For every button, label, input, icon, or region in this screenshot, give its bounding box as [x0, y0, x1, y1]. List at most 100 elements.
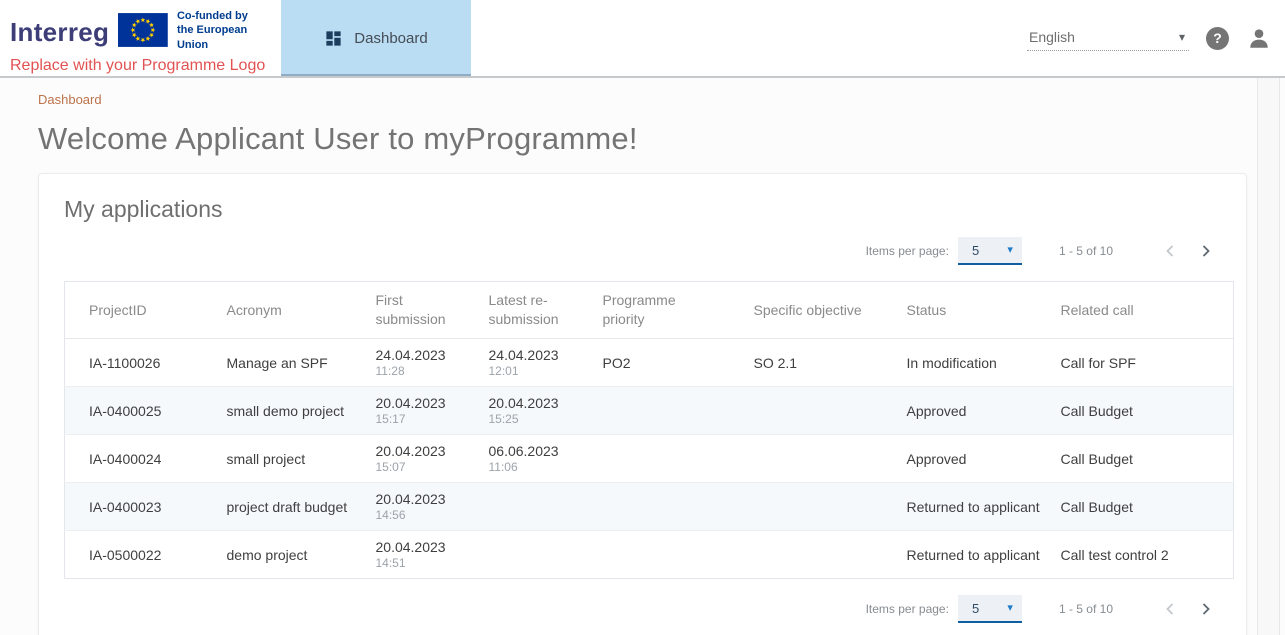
cell-first-submission: 20.04.202315:07	[352, 435, 465, 483]
card-title: My applications	[64, 196, 1233, 223]
column-header: Latest re-submission	[465, 282, 579, 339]
cell-specific-objective	[730, 387, 883, 435]
previous-page-button[interactable]	[1163, 244, 1177, 258]
paginator-bottom: Items per page: 5 ▾ 1 - 5 of 10	[64, 593, 1233, 625]
column-header: Specific objective	[730, 282, 883, 339]
user-icon	[1246, 25, 1272, 51]
table-row[interactable]: IA-0500022demo project20.04.202314:51Ret…	[65, 531, 1234, 579]
logo-placeholder-text: Replace with your Programme Logo	[10, 57, 281, 75]
help-icon: ?	[1213, 30, 1222, 46]
language-select[interactable]: English ▾	[1027, 26, 1189, 51]
cell-programme-priority	[579, 531, 730, 579]
cell-first-submission-date: 24.04.2023	[376, 347, 461, 365]
user-menu-button[interactable]	[1246, 25, 1272, 51]
column-header: Status	[883, 282, 1037, 339]
cell-related-call: Call test control 2	[1037, 531, 1234, 579]
column-header: Acronym	[203, 282, 352, 339]
pagination-nav	[1163, 244, 1213, 258]
cell-first-submission: 24.04.202311:28	[352, 339, 465, 387]
interreg-eu-logo: Interreg Co-funded by the European Un	[10, 9, 281, 52]
page-size-value: 5	[972, 601, 979, 616]
cell-latest-resubmission: 06.06.202311:06	[465, 435, 579, 483]
column-header: First submission	[352, 282, 465, 339]
app-header: Interreg Co-funded by the European Un	[0, 0, 1285, 78]
tab-dashboard[interactable]: Dashboard	[281, 0, 471, 76]
cell-status: Returned to applicant	[883, 483, 1037, 531]
chevron-right-icon	[1200, 244, 1212, 258]
cell-latest-resubmission: 24.04.202312:01	[465, 339, 579, 387]
cell-first-submission-date: 20.04.2023	[376, 395, 461, 413]
page-size-select[interactable]: 5 ▾	[958, 237, 1022, 265]
page-range-label: 1 - 5 of 10	[1059, 602, 1113, 616]
cell-acronym: project draft budget	[203, 483, 352, 531]
column-header: Related call	[1037, 282, 1234, 339]
cell-related-call: Call for SPF	[1037, 339, 1234, 387]
select-caret-icon: ▾	[1007, 245, 1013, 256]
cell-first-submission-time: 14:51	[376, 556, 461, 570]
cell-project-id: IA-0400025	[65, 387, 203, 435]
cell-latest-resubmission: 20.04.202315:25	[465, 387, 579, 435]
interreg-wordmark: Interreg	[10, 15, 109, 45]
cell-project-id: IA-0400024	[65, 435, 203, 483]
cell-specific-objective	[730, 435, 883, 483]
table-row[interactable]: IA-0400023project draft budget20.04.2023…	[65, 483, 1234, 531]
page-scrollbar[interactable]	[1257, 78, 1280, 635]
cell-first-submission-time: 15:17	[376, 412, 461, 426]
chevron-right-icon	[1200, 602, 1212, 616]
pagination-nav	[1163, 602, 1213, 616]
eu-flag-icon	[118, 13, 168, 47]
cell-acronym: demo project	[203, 531, 352, 579]
column-header: Programme priority	[579, 282, 730, 339]
items-per-page-label: Items per page:	[866, 244, 949, 258]
main-content: Dashboard Welcome Applicant User to myPr…	[0, 78, 1257, 635]
page-range-label: 1 - 5 of 10	[1059, 244, 1113, 258]
cell-latest-resubmission-time: 11:06	[489, 460, 575, 474]
cell-acronym: Manage an SPF	[203, 339, 352, 387]
help-button[interactable]: ?	[1206, 27, 1229, 50]
cell-acronym: small project	[203, 435, 352, 483]
cell-first-submission-time: 11:28	[376, 364, 461, 378]
cell-acronym: small demo project	[203, 387, 352, 435]
my-applications-card: My applications Items per page: 5 ▾ 1 - …	[38, 173, 1247, 635]
cell-first-submission-time: 15:07	[376, 460, 461, 474]
page-title: Welcome Applicant User to myProgramme!	[38, 121, 1247, 157]
chevron-left-icon	[1164, 244, 1176, 258]
cell-latest-resubmission-time: 15:25	[489, 412, 575, 426]
breadcrumb[interactable]: Dashboard	[38, 92, 102, 107]
cell-related-call: Call Budget	[1037, 435, 1234, 483]
language-selected-value: English	[1029, 29, 1075, 45]
cell-status: Returned to applicant	[883, 531, 1037, 579]
cofunded-line1: Co-funded by	[177, 10, 248, 22]
cell-programme-priority	[579, 387, 730, 435]
cell-latest-resubmission-time: 12:01	[489, 364, 575, 378]
page-size-select[interactable]: 5 ▾	[958, 595, 1022, 623]
page-size-value: 5	[972, 243, 979, 258]
cell-latest-resubmission	[465, 483, 579, 531]
table-row[interactable]: IA-0400024small project20.04.202315:0706…	[65, 435, 1234, 483]
next-page-button[interactable]	[1199, 244, 1213, 258]
cell-specific-objective	[730, 531, 883, 579]
cell-latest-resubmission	[465, 531, 579, 579]
programme-logo: Interreg Co-funded by the European Un	[0, 0, 281, 76]
dashboard-icon	[324, 29, 343, 48]
cell-first-submission-date: 20.04.2023	[376, 443, 461, 461]
cell-first-submission-time: 14:56	[376, 508, 461, 522]
next-page-button[interactable]	[1199, 602, 1213, 616]
header-actions: English ▾ ?	[1027, 0, 1285, 76]
chevron-down-icon: ▾	[1179, 31, 1185, 43]
cell-first-submission: 20.04.202315:17	[352, 387, 465, 435]
cell-status: Approved	[883, 387, 1037, 435]
select-caret-icon: ▾	[1007, 603, 1013, 614]
table-row[interactable]: IA-0400025small demo project20.04.202315…	[65, 387, 1234, 435]
cell-project-id: IA-0500022	[65, 531, 203, 579]
table-header-row: ProjectIDAcronymFirst submissionLatest r…	[65, 282, 1234, 339]
cell-latest-resubmission-date: 20.04.2023	[489, 395, 575, 413]
cell-first-submission-date: 20.04.2023	[376, 491, 461, 509]
previous-page-button[interactable]	[1163, 602, 1177, 616]
cofunded-label: Co-funded by the European Union	[177, 9, 281, 52]
chevron-left-icon	[1164, 602, 1176, 616]
cell-first-submission: 20.04.202314:56	[352, 483, 465, 531]
tab-dashboard-label: Dashboard	[354, 30, 427, 47]
cell-status: Approved	[883, 435, 1037, 483]
table-row[interactable]: IA-1100026Manage an SPF24.04.202311:2824…	[65, 339, 1234, 387]
